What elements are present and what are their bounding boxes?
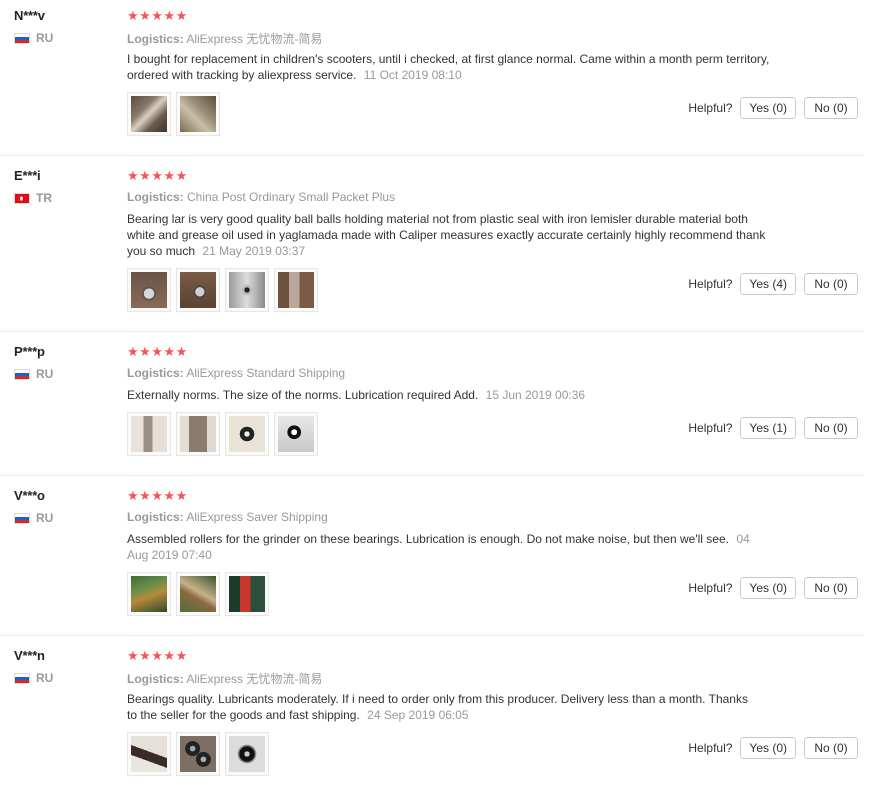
review-text: Bearing lar is very good quality ball ba…: [127, 211, 767, 259]
helpful-vote: Helpful? Yes (1) No (0): [688, 417, 858, 439]
helpful-no-button[interactable]: No (0): [804, 737, 858, 759]
reviewer-country: TR: [14, 191, 52, 205]
review-photo-thumbnail[interactable]: [127, 732, 171, 776]
review-photo-thumbnail[interactable]: [127, 268, 171, 312]
review-item: E***i TR ★★★★★ Logistics: China Post Ord…: [0, 155, 864, 332]
review-photos: [127, 92, 220, 136]
helpful-vote: Helpful? Yes (0) No (0): [688, 737, 858, 759]
star-rating: ★★★★★: [127, 344, 188, 359]
logistics-value: AliExpress 无忧物流-简易: [186, 32, 323, 46]
reviewer-country: RU: [14, 671, 53, 685]
russia-flag-icon: [14, 672, 30, 684]
star-rating: ★★★★★: [127, 488, 188, 503]
review-photo-thumbnail[interactable]: [127, 412, 171, 456]
country-code: RU: [36, 511, 54, 525]
reviewer-name: E***i: [14, 168, 41, 183]
reviewer-name: V***n: [14, 648, 45, 663]
helpful-no-button[interactable]: No (0): [804, 273, 858, 295]
logistics-label: Logistics:: [127, 32, 184, 46]
star-rating: ★★★★★: [127, 168, 188, 183]
review-photo-thumbnail[interactable]: [176, 572, 220, 616]
logistics-info: Logistics: AliExpress 无忧物流-简易: [127, 670, 322, 687]
review-photo-thumbnail[interactable]: [225, 572, 269, 616]
reviewer-country: RU: [14, 511, 53, 525]
helpful-yes-button[interactable]: Yes (1): [740, 417, 796, 439]
review-text: Assembled rollers for the grinder on the…: [127, 531, 772, 563]
star-rating: ★★★★★: [127, 8, 188, 23]
review-date: 24 Sep 2019 06:05: [367, 708, 469, 722]
review-text: Externally norms. The size of the norms.…: [127, 387, 787, 403]
review-photo-thumbnail[interactable]: [127, 92, 171, 136]
helpful-label: Helpful?: [688, 741, 733, 755]
logistics-value: China Post Ordinary Small Packet Plus: [187, 190, 396, 204]
helpful-no-button[interactable]: No (0): [804, 417, 858, 439]
russia-flag-icon: [14, 512, 30, 524]
helpful-vote: Helpful? Yes (0) No (0): [688, 97, 858, 119]
review-photo-thumbnail[interactable]: [176, 268, 220, 312]
review-photos: [127, 412, 318, 456]
logistics-label: Logistics:: [127, 510, 184, 524]
helpful-yes-button[interactable]: Yes (4): [740, 273, 796, 295]
helpful-yes-button[interactable]: Yes (0): [740, 97, 796, 119]
review-photo-thumbnail[interactable]: [225, 268, 269, 312]
review-item: P***p RU ★★★★★ Logistics: AliExpress Sta…: [0, 331, 864, 476]
reviewer-country: RU: [14, 367, 53, 381]
country-code: RU: [36, 31, 54, 45]
review-photo-thumbnail[interactable]: [225, 732, 269, 776]
logistics-label: Logistics:: [127, 366, 184, 380]
review-photo-thumbnail[interactable]: [127, 572, 171, 616]
review-photos: [127, 572, 269, 616]
review-photo-thumbnail[interactable]: [176, 412, 220, 456]
review-date: 21 May 2019 03:37: [202, 244, 306, 258]
reviewer-country: RU: [14, 31, 53, 45]
review-photos: [127, 732, 269, 776]
helpful-vote: Helpful? Yes (0) No (0): [688, 577, 858, 599]
helpful-label: Helpful?: [688, 581, 733, 595]
helpful-no-button[interactable]: No (0): [804, 577, 858, 599]
review-text: I bought for replacement in children's s…: [127, 51, 787, 83]
helpful-yes-button[interactable]: Yes (0): [740, 577, 796, 599]
logistics-info: Logistics: China Post Ordinary Small Pac…: [127, 190, 395, 204]
review-text: Bearings quality. Lubricants moderately.…: [127, 691, 757, 723]
star-rating: ★★★★★: [127, 648, 188, 663]
country-code: RU: [36, 367, 54, 381]
review-date: 15 Jun 2019 00:36: [485, 388, 586, 402]
turkey-flag-icon: [14, 192, 30, 204]
reviewer-name: V***o: [14, 488, 45, 503]
russia-flag-icon: [14, 32, 30, 44]
reviewer-name: P***p: [14, 344, 45, 359]
logistics-label: Logistics:: [127, 672, 184, 686]
review-body: Assembled rollers for the grinder on the…: [127, 532, 729, 546]
russia-flag-icon: [14, 368, 30, 380]
review-photo-thumbnail[interactable]: [274, 268, 318, 312]
helpful-label: Helpful?: [688, 277, 733, 291]
helpful-yes-button[interactable]: Yes (0): [740, 737, 796, 759]
review-item: V***o RU ★★★★★ Logistics: AliExpress Sav…: [0, 475, 864, 636]
helpful-label: Helpful?: [688, 421, 733, 435]
review-photo-thumbnail[interactable]: [176, 92, 220, 136]
logistics-info: Logistics: AliExpress 无忧物流-简易: [127, 30, 322, 47]
helpful-vote: Helpful? Yes (4) No (0): [688, 273, 858, 295]
helpful-no-button[interactable]: No (0): [804, 97, 858, 119]
review-body: Externally norms. The size of the norms.…: [127, 388, 479, 402]
reviewer-name: N***v: [14, 8, 45, 23]
review-item: V***n RU ★★★★★ Logistics: AliExpress 无忧物…: [0, 635, 864, 785]
review-photos: [127, 268, 318, 312]
logistics-label: Logistics:: [127, 190, 184, 204]
logistics-value: AliExpress Saver Shipping: [186, 510, 328, 524]
review-item: N***v RU ★★★★★ Logistics: AliExpress 无忧物…: [0, 0, 864, 156]
logistics-info: Logistics: AliExpress Standard Shipping: [127, 366, 345, 380]
logistics-value: AliExpress 无忧物流-简易: [186, 672, 323, 686]
review-date: 11 Oct 2019 08:10: [363, 68, 462, 82]
review-photo-thumbnail[interactable]: [274, 412, 318, 456]
logistics-info: Logistics: AliExpress Saver Shipping: [127, 510, 328, 524]
country-code: TR: [36, 191, 52, 205]
review-photo-thumbnail[interactable]: [225, 412, 269, 456]
country-code: RU: [36, 671, 54, 685]
review-photo-thumbnail[interactable]: [176, 732, 220, 776]
helpful-label: Helpful?: [688, 101, 733, 115]
logistics-value: AliExpress Standard Shipping: [186, 366, 346, 380]
